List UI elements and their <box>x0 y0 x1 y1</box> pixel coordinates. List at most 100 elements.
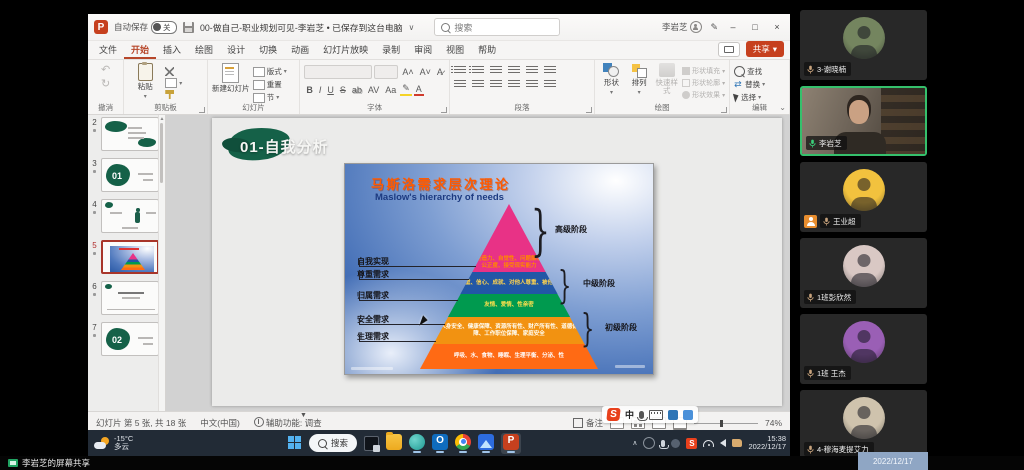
align-left-icon[interactable] <box>454 80 466 89</box>
arrange-button[interactable]: 排列▾ <box>627 63 652 102</box>
zoom-level[interactable]: 74% <box>765 418 782 428</box>
slide-title-block[interactable]: 01-自我分析 <box>226 124 446 168</box>
bold-button[interactable]: B <box>304 85 315 95</box>
underline-button[interactable]: U <box>325 85 336 95</box>
indent-increase-icon[interactable] <box>508 66 520 75</box>
ribbon-tab-10[interactable]: 视图 <box>439 41 471 59</box>
text-shadow-button[interactable]: ab <box>350 85 364 95</box>
new-slide-button[interactable]: 新建幻灯片 <box>212 63 250 102</box>
bullet-list-icon[interactable] <box>454 66 466 75</box>
font-size-select[interactable] <box>374 65 398 79</box>
shape-effects-button[interactable]: 形状效果▾ <box>682 90 725 100</box>
clear-format-icon[interactable]: A̷ <box>435 67 445 77</box>
slide-thumbnail-5[interactable] <box>101 240 159 274</box>
quick-styles-button[interactable]: 快速样式 <box>654 63 679 102</box>
smartart-convert-icon[interactable] <box>544 80 556 89</box>
language-indicator[interactable]: 中文(中国) <box>200 417 240 429</box>
participant-tile-1[interactable]: 3-谢晓楠 <box>800 10 927 80</box>
save-icon[interactable] <box>183 22 194 33</box>
powerpoint-taskbar-icon[interactable] <box>503 434 519 450</box>
ribbon-tab-6[interactable]: 动画 <box>284 41 316 59</box>
share-button[interactable]: 共享▾ <box>746 41 784 57</box>
dialog-launcher-icon[interactable] <box>199 107 205 113</box>
font-color-button[interactable]: A <box>414 84 424 96</box>
title-dropdown-icon[interactable]: ∨ <box>409 23 415 32</box>
tray-app-icon[interactable] <box>671 439 680 448</box>
thumbnail-scrollbar[interactable]: ▲ <box>158 115 165 411</box>
cut-button[interactable] <box>165 67 182 76</box>
participant-tile-2[interactable]: 李岩芝 <box>800 86 927 156</box>
find-button[interactable]: 查找 <box>734 66 765 77</box>
ribbon-tab-7[interactable]: 幻灯片放映 <box>316 41 375 59</box>
participant-tile-5[interactable]: 1班 王杰 <box>800 314 927 384</box>
slide-canvas[interactable]: 01-自我分析 马斯洛需求层次理论 Maslow's hierarchy of … <box>212 118 782 406</box>
ribbon-tab-8[interactable]: 录制 <box>375 41 407 59</box>
chrome-icon[interactable] <box>455 434 471 450</box>
zoom-slider[interactable] <box>694 423 758 424</box>
slide-thumbnail-6[interactable] <box>101 281 159 315</box>
volume-icon[interactable] <box>720 439 726 447</box>
highlight-color-button[interactable]: ✎ <box>400 83 412 96</box>
ime-mic-icon[interactable] <box>639 411 644 419</box>
participant-tile-6[interactable]: 4-穆海麦提艾力 <box>800 390 927 460</box>
outlook-icon[interactable] <box>432 434 448 450</box>
increase-font-icon[interactable]: A˄ <box>400 67 415 77</box>
taskbar-search[interactable]: 搜索 <box>309 434 357 452</box>
secondary-clock-overlay[interactable]: 2022/12/17 <box>858 452 928 470</box>
shape-fill-button[interactable]: 形状填充▾ <box>682 66 725 76</box>
indent-decrease-icon[interactable] <box>490 66 502 75</box>
powerpoint-logo-icon[interactable]: P <box>94 20 108 34</box>
font-name-select[interactable] <box>304 65 372 79</box>
ime-skin-icon[interactable] <box>683 410 693 420</box>
italic-button[interactable]: I <box>317 85 324 95</box>
ribbon-tab-2[interactable]: 插入 <box>156 41 188 59</box>
maslow-pyramid-image[interactable]: 马斯洛需求层次理论 Maslow's hierarchy of needs 道德… <box>344 163 654 375</box>
ime-keyboard-icon[interactable] <box>649 410 663 420</box>
collapse-ribbon-icon[interactable]: ⌄ <box>779 103 786 112</box>
sogou-logo-icon[interactable]: S <box>606 408 620 421</box>
ribbon-tab-4[interactable]: 设计 <box>220 41 252 59</box>
strikethrough-button[interactable]: S <box>338 85 348 95</box>
change-case-button[interactable]: Aa <box>383 85 398 95</box>
wifi-icon[interactable] <box>703 440 714 447</box>
layout-button[interactable]: 版式▾ <box>253 66 287 77</box>
minimize-button[interactable]: – <box>726 22 740 32</box>
copy-button[interactable]: ▾ <box>165 78 182 88</box>
replace-button[interactable]: ⇄替换▾ <box>734 79 765 90</box>
participant-tile-4[interactable]: 1班彭欣然 <box>800 238 927 308</box>
tray-sync-icon[interactable] <box>643 437 655 449</box>
comments-button[interactable] <box>718 42 740 57</box>
ribbon-tab-11[interactable]: 帮助 <box>471 41 503 59</box>
shape-outline-button[interactable]: 形状轮廓▾ <box>682 78 725 88</box>
dialog-launcher-icon[interactable] <box>586 107 592 113</box>
ime-mode-chinese[interactable]: 中 <box>625 408 634 421</box>
reset-button[interactable]: 重置 <box>253 79 287 90</box>
slide-thumbnail-2[interactable] <box>101 117 159 151</box>
dialog-launcher-icon[interactable] <box>721 107 727 113</box>
ime-toolbox-icon[interactable] <box>668 410 678 420</box>
photos-app-icon[interactable] <box>478 434 494 450</box>
notes-button[interactable]: 备注 <box>573 417 603 429</box>
participant-tile-3[interactable]: 王业超 <box>800 162 927 232</box>
paste-button[interactable]: 粘贴▾ <box>128 63 162 102</box>
columns-icon[interactable] <box>526 80 538 89</box>
maximize-button[interactable]: □ <box>748 22 762 32</box>
undo-icon[interactable]: ↶ <box>101 65 110 75</box>
tray-mic-icon[interactable] <box>661 440 665 447</box>
autosave-toggle[interactable]: 自动保存 关 <box>114 21 177 34</box>
numbered-list-icon[interactable] <box>472 66 484 75</box>
tray-sogou-icon[interactable]: S <box>686 438 697 449</box>
accessibility-status[interactable]: 辅助功能: 调查 <box>254 417 322 429</box>
text-direction-icon[interactable] <box>526 66 538 75</box>
ribbon-tab-3[interactable]: 绘图 <box>188 41 220 59</box>
ribbon-tab-9[interactable]: 审阅 <box>407 41 439 59</box>
redo-icon[interactable]: ↻ <box>101 79 110 89</box>
search-input[interactable]: 搜索 <box>434 18 560 36</box>
weather-widget[interactable]: -15°C多云 <box>94 435 133 452</box>
char-spacing-button[interactable]: AV <box>366 85 381 95</box>
task-view-button[interactable] <box>364 436 379 451</box>
close-button[interactable]: × <box>770 22 784 32</box>
align-right-icon[interactable] <box>490 80 502 89</box>
ribbon-tab-0[interactable]: 文件 <box>92 41 124 59</box>
decrease-font-icon[interactable]: A˅ <box>418 67 433 77</box>
